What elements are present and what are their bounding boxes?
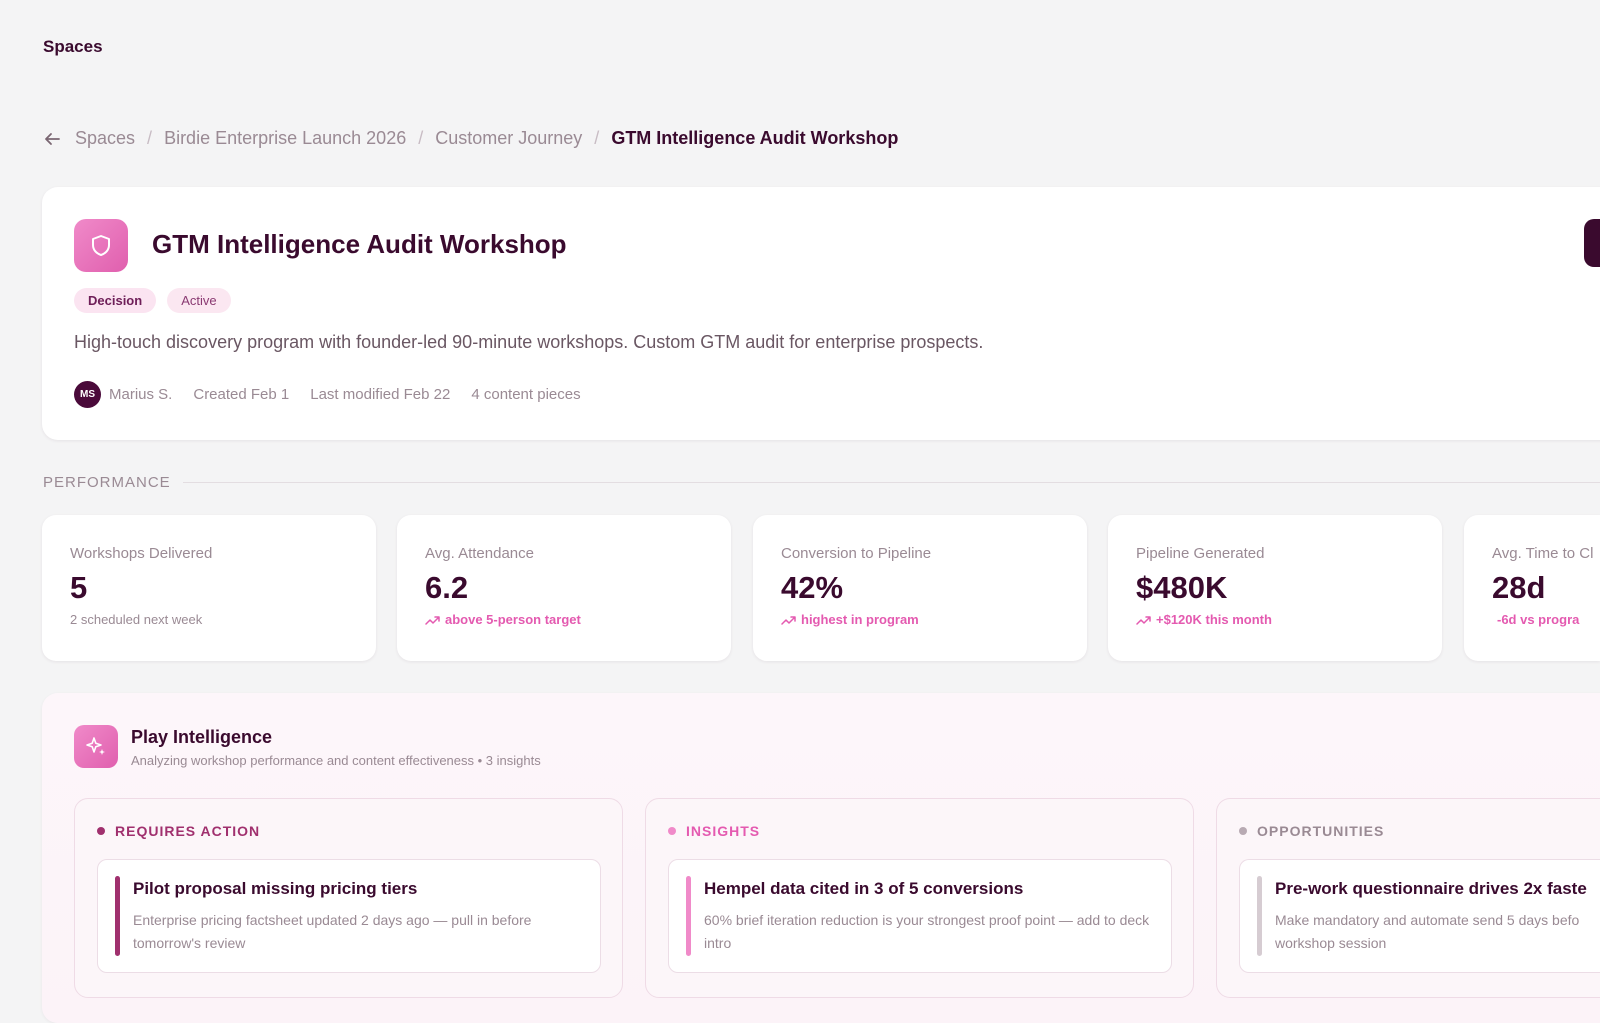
metric-label: Workshops Delivered bbox=[70, 545, 213, 562]
play-description: High-touch discovery program with founde… bbox=[74, 332, 984, 352]
insight-title: Pilot proposal missing pricing tiers bbox=[133, 879, 418, 898]
insight-item[interactable]: Pre-work questionnaire drives 2x faste M… bbox=[1239, 859, 1600, 973]
insight-item[interactable]: Hempel data cited in 3 of 5 conversions … bbox=[668, 859, 1172, 973]
metric-value: 5 bbox=[70, 570, 88, 605]
metric-label: Conversion to Pipeline bbox=[781, 545, 932, 562]
metric-sub-text: +$120K this month bbox=[1156, 612, 1272, 627]
insight-body: 60% brief iteration reduction is your st… bbox=[704, 912, 1150, 951]
owner-name: Marius S. bbox=[109, 386, 173, 403]
primary-action-button[interactable] bbox=[1584, 219, 1600, 267]
metric-sub-text: -6d vs progra bbox=[1497, 612, 1580, 627]
column-insights: INSIGHTS Hempel data cited in 3 of 5 con… bbox=[645, 798, 1194, 998]
play-meta: MS Marius S. Created Feb 1 Last modified… bbox=[74, 381, 581, 408]
metric-value: $480K bbox=[1136, 570, 1228, 605]
metric-sub: +$120K this month bbox=[1136, 612, 1414, 627]
status-dot bbox=[668, 827, 676, 835]
intelligence-title: Play Intelligence bbox=[131, 727, 273, 747]
metric-sub: highest in program bbox=[781, 612, 1059, 627]
page-title: GTM Intelligence Audit Workshop bbox=[152, 229, 567, 259]
breadcrumb-customer-journey[interactable]: Customer Journey bbox=[435, 128, 582, 149]
metric-label: Avg. Attendance bbox=[425, 545, 534, 562]
insight-body: Enterprise pricing factsheet updated 2 d… bbox=[133, 912, 532, 951]
metric-card-conversion: Conversion to Pipeline 42% highest in pr… bbox=[753, 515, 1087, 661]
item-accent-bar bbox=[686, 876, 691, 956]
column-heading-label: OPPORTUNITIES bbox=[1257, 823, 1385, 839]
sparkles-icon bbox=[74, 725, 118, 768]
owner: MS Marius S. bbox=[74, 381, 172, 408]
intelligence-subtitle: Analyzing workshop performance and conte… bbox=[131, 753, 541, 768]
tag-decision: Decision bbox=[74, 288, 157, 313]
content-count: 4 content pieces bbox=[471, 386, 581, 403]
metric-sub: 2 scheduled next week bbox=[70, 612, 348, 627]
insight-body: Make mandatory and automate send 5 days … bbox=[1275, 912, 1580, 951]
item-accent-bar bbox=[1257, 876, 1262, 956]
metric-sub: -6d vs progra bbox=[1492, 612, 1579, 627]
metric-card-workshops: Workshops Delivered 5 2 scheduled next w… bbox=[42, 515, 376, 661]
metric-value: 42% bbox=[781, 570, 844, 605]
column-heading: REQUIRES ACTION bbox=[97, 823, 260, 839]
metric-value: 6.2 bbox=[425, 570, 469, 605]
column-heading: INSIGHTS bbox=[668, 823, 760, 839]
metric-label: Pipeline Generated bbox=[1136, 545, 1265, 562]
breadcrumb-current: GTM Intelligence Audit Workshop bbox=[611, 128, 899, 148]
breadcrumb-separator: / bbox=[418, 128, 424, 148]
metric-sub-text: highest in program bbox=[801, 612, 919, 627]
metric-value: 28d bbox=[1492, 570, 1546, 605]
section-divider bbox=[183, 482, 1600, 483]
insight-item[interactable]: Pilot proposal missing pricing tiers Ent… bbox=[97, 859, 601, 973]
tag-list: Decision Active bbox=[74, 288, 231, 313]
column-requires-action: REQUIRES ACTION Pilot proposal missing p… bbox=[74, 798, 623, 998]
metric-sub-text: 2 scheduled next week bbox=[70, 612, 203, 627]
created-date: Created Feb 1 bbox=[193, 386, 290, 403]
breadcrumb: Spaces / Birdie Enterprise Launch 2026 /… bbox=[43, 128, 898, 149]
insight-title: Pre-work questionnaire drives 2x faste bbox=[1275, 879, 1587, 898]
modified-date: Last modified Feb 22 bbox=[310, 386, 451, 403]
metric-sub: above 5-person target bbox=[425, 612, 703, 627]
play-header-card: GTM Intelligence Audit Workshop Decision… bbox=[42, 187, 1600, 440]
app-title: Spaces bbox=[43, 37, 103, 56]
play-intelligence-card: Play Intelligence Analyzing workshop per… bbox=[42, 693, 1600, 1023]
trend-up-icon bbox=[1136, 615, 1151, 625]
column-heading-label: REQUIRES ACTION bbox=[115, 823, 261, 839]
metric-card-pipeline: Pipeline Generated $480K +$120K this mon… bbox=[1108, 515, 1442, 661]
status-badge: Active bbox=[167, 288, 231, 313]
metric-label: Avg. Time to Cl bbox=[1492, 545, 1594, 562]
column-heading-label: INSIGHTS bbox=[686, 823, 761, 839]
metric-card-time-to-close: Avg. Time to Cl 28d -6d vs progra bbox=[1464, 515, 1600, 661]
metric-card-attendance: Avg. Attendance 6.2 above 5-person targe… bbox=[397, 515, 731, 661]
column-heading: OPPORTUNITIES bbox=[1239, 823, 1384, 839]
breadcrumb-spaces[interactable]: Spaces bbox=[75, 128, 135, 149]
breadcrumb-separator: / bbox=[147, 128, 153, 148]
performance-section-label: PERFORMANCE bbox=[43, 474, 171, 491]
back-arrow-icon[interactable] bbox=[43, 129, 63, 149]
item-accent-bar bbox=[115, 876, 120, 956]
breadcrumb-separator: / bbox=[594, 128, 600, 148]
status-dot bbox=[1239, 827, 1247, 835]
trend-up-icon bbox=[781, 615, 796, 625]
shield-icon bbox=[74, 219, 128, 272]
insight-title: Hempel data cited in 3 of 5 conversions bbox=[704, 879, 1024, 898]
breadcrumb-launch[interactable]: Birdie Enterprise Launch 2026 bbox=[164, 128, 406, 149]
avatar: MS bbox=[74, 381, 101, 408]
column-opportunities: OPPORTUNITIES Pre-work questionnaire dri… bbox=[1216, 798, 1600, 998]
metric-sub-text: above 5-person target bbox=[445, 612, 581, 627]
status-dot bbox=[97, 827, 105, 835]
trend-up-icon bbox=[425, 615, 440, 625]
